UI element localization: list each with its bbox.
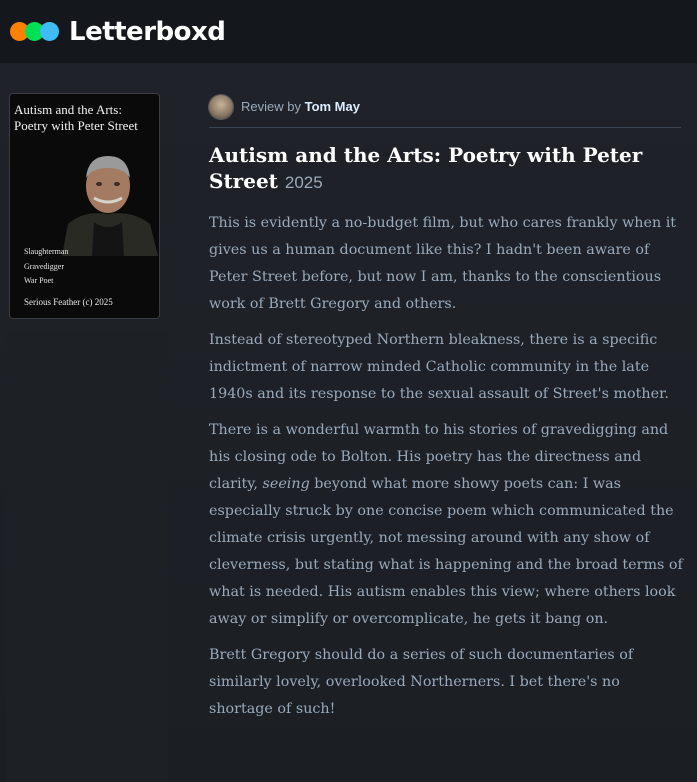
poster-title-line-2: Poetry with Peter Street (14, 118, 138, 133)
review-body: This is evidently a no-budget film, but … (209, 210, 683, 732)
poster-title: Autism and the Arts: Poetry with Peter S… (14, 102, 158, 134)
top-nav-bar: Letterboxd (0, 0, 697, 63)
letterboxd-logo-icon[interactable] (10, 22, 59, 41)
poster-title-line-1: Autism and the Arts: (14, 102, 122, 117)
film-poster[interactable]: Autism and the Arts: Poetry with Peter S… (10, 94, 159, 318)
review-paragraph-3-part-2: beyond what more showy poets can: I was … (209, 476, 683, 627)
review-byline: Review by Tom May (241, 99, 360, 114)
poster-portrait-image (54, 144, 159, 256)
reviewer-name-link[interactable]: Tom May (305, 99, 360, 114)
review-header: Review by Tom May (209, 92, 681, 128)
poster-role-3: War Poet (24, 276, 54, 285)
brand-name[interactable]: Letterboxd (69, 17, 226, 47)
review-paragraph-3: There is a wonderful warmth to his stori… (209, 417, 683, 633)
review-emphasis-seeing: seeing (262, 476, 310, 492)
film-title-link[interactable]: Autism and the Arts: Poetry with Peter S… (209, 143, 642, 193)
film-year-link[interactable]: 2025 (285, 173, 323, 192)
poster-role-1: Slaughterman (24, 247, 69, 256)
review-paragraph-4: Brett Gregory should do a series of such… (209, 647, 634, 717)
poster-role-2: Gravedigger (24, 262, 64, 271)
review-paragraph-1: This is evidently a no-budget film, but … (209, 215, 677, 312)
logo-dot-blue (40, 22, 59, 41)
poster-credit: Serious Feather (c) 2025 (24, 297, 113, 307)
film-title-heading: Autism and the Arts: Poetry with Peter S… (209, 142, 679, 196)
review-by-label: Review by (241, 99, 301, 114)
review-paragraph-2: Instead of stereotyped Northern bleaknes… (209, 332, 669, 402)
reviewer-avatar[interactable] (209, 94, 233, 119)
sidebar-panel (6, 330, 168, 782)
